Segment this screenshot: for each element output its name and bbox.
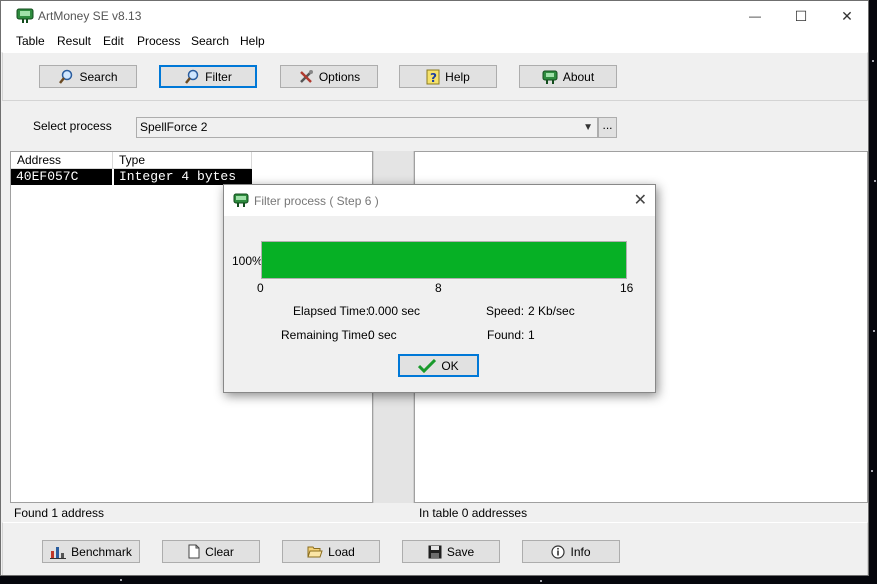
- elapsed-time-label: Elapsed Time:: [293, 304, 370, 318]
- column-header-address[interactable]: Address: [11, 152, 113, 169]
- checkmark-icon: [418, 358, 437, 373]
- save-button-label: Save: [446, 544, 475, 559]
- menu-bar: Table Result Edit Process Search Help: [1, 32, 868, 52]
- options-button-label: Options: [318, 69, 361, 84]
- star: [874, 180, 876, 182]
- table-status: In table 0 addresses: [419, 506, 528, 520]
- open-folder-icon: [307, 546, 323, 558]
- progress-tick-mid: 8: [435, 281, 442, 295]
- process-dropdown-value: SpellForce 2: [140, 120, 208, 134]
- help-icon: ?: [426, 69, 440, 85]
- chevron-down-icon: ▼: [583, 122, 593, 133]
- ok-button-label: OK: [441, 358, 459, 373]
- menu-edit[interactable]: Edit: [103, 34, 124, 48]
- menu-result[interactable]: Result: [57, 34, 91, 48]
- star: [540, 580, 542, 582]
- load-button-label: Load: [328, 544, 355, 559]
- select-process-label: Select process: [33, 119, 112, 133]
- blank-page-icon: [188, 544, 200, 559]
- found-value: 1: [528, 328, 535, 342]
- window-title: ArtMoney SE v8.13: [38, 9, 142, 23]
- search-icon: [59, 69, 73, 84]
- progress-tick-max: 16: [620, 281, 634, 295]
- save-button[interactable]: Save: [402, 540, 500, 563]
- search-button[interactable]: Search: [39, 65, 137, 88]
- clear-button-label: Clear: [205, 544, 234, 559]
- floppy-disk-icon: [428, 545, 442, 558]
- info-button[interactable]: Info: [522, 540, 620, 563]
- progress-percent: 100%: [232, 254, 263, 268]
- browse-process-button[interactable]: ...: [598, 117, 617, 138]
- options-button[interactable]: Options: [280, 65, 378, 88]
- about-button[interactable]: About: [519, 65, 617, 88]
- dialog-title: Filter process ( Step 6 ): [254, 194, 379, 208]
- dialog-app-icon: [233, 193, 249, 211]
- filter-process-dialog: Filter process ( Step 6 ) ✕ 100% 0 8 16 …: [223, 184, 656, 393]
- progress-tick-min: 0: [257, 281, 264, 295]
- benchmark-button[interactable]: Benchmark: [42, 540, 140, 563]
- menu-search[interactable]: Search: [191, 34, 229, 48]
- found-label: Found:: [487, 328, 525, 342]
- clear-button[interactable]: Clear: [162, 540, 260, 563]
- star: [120, 579, 122, 581]
- type-cell[interactable]: Integer 4 bytes: [114, 169, 252, 185]
- process-dropdown[interactable]: SpellForce 2 ▼: [136, 117, 598, 138]
- table-row[interactable]: 40EF057C Integer 4 bytes: [11, 169, 252, 185]
- remaining-time-label: Remaining Time:: [281, 328, 372, 342]
- menu-help[interactable]: Help: [240, 34, 265, 48]
- ok-button[interactable]: OK: [398, 354, 479, 377]
- load-button[interactable]: Load: [282, 540, 380, 563]
- help-button-label: Help: [445, 69, 470, 84]
- star: [873, 330, 875, 332]
- address-cell[interactable]: 40EF057C: [11, 169, 112, 185]
- filter-button-label: Filter: [205, 69, 232, 84]
- filter-button[interactable]: Filter: [159, 65, 257, 88]
- maximize-button[interactable]: ☐: [778, 1, 824, 32]
- svg-text:?: ?: [430, 71, 437, 85]
- progress-bar: [261, 241, 627, 279]
- app-icon: [16, 8, 34, 27]
- elapsed-time-value: 0.000 sec: [368, 304, 421, 318]
- filter-icon: [185, 69, 199, 84]
- found-status: Found 1 address: [14, 506, 105, 520]
- star: [871, 470, 873, 472]
- about-icon: [542, 70, 558, 84]
- speed-value: 2 Kb/sec: [528, 304, 575, 318]
- about-button-label: About: [562, 69, 595, 84]
- title-bar[interactable]: ArtMoney SE v8.13 — ☐ ✕: [1, 1, 868, 32]
- help-button[interactable]: ? Help: [399, 65, 497, 88]
- star: [872, 60, 874, 62]
- dialog-close-button[interactable]: ✕: [634, 190, 647, 210]
- info-icon: [551, 544, 566, 559]
- progress-bar-fill: [262, 242, 626, 278]
- search-button-label: Search: [79, 69, 118, 84]
- dialog-title-bar[interactable]: Filter process ( Step 6 ) ✕: [224, 185, 655, 216]
- close-button[interactable]: ✕: [824, 1, 868, 32]
- menu-process[interactable]: Process: [137, 34, 180, 48]
- column-header-type[interactable]: Type: [113, 152, 252, 169]
- info-button-label: Info: [570, 544, 591, 559]
- minimize-button[interactable]: —: [732, 1, 778, 32]
- bar-chart-icon: [50, 546, 67, 559]
- tools-icon: [299, 69, 313, 83]
- speed-label: Speed:: [486, 304, 525, 318]
- benchmark-button-label: Benchmark: [71, 544, 132, 559]
- remaining-time-value: 0 sec: [368, 328, 397, 342]
- menu-table[interactable]: Table: [16, 34, 45, 48]
- main-window: ArtMoney SE v8.13 — ☐ ✕ Table Result Edi…: [0, 0, 869, 576]
